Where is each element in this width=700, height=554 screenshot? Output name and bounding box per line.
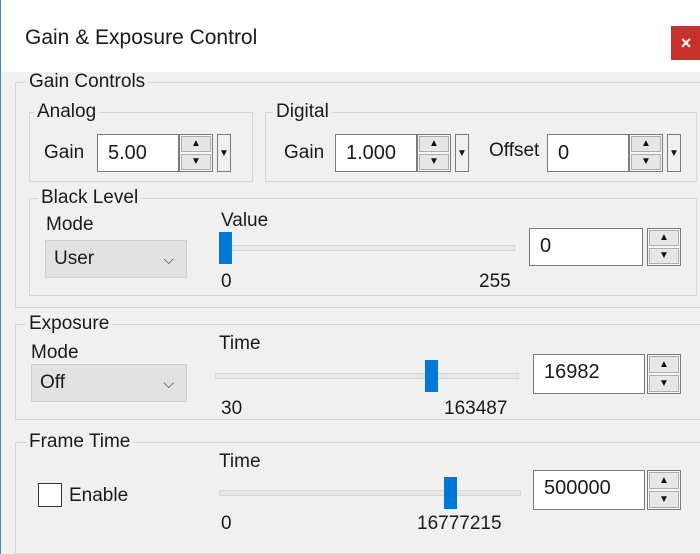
digital-offset-spinner[interactable]: ▲ ▼ — [629, 134, 663, 172]
exposure-slider-min: 30 — [221, 398, 243, 419]
exposure-time-label: Time — [219, 333, 261, 354]
exposure-time-input[interactable]: 16982 — [533, 354, 645, 394]
black-level-slider-max: 255 — [479, 271, 511, 292]
analog-gain-label: Gain — [44, 142, 85, 163]
digital-gain-dropdown[interactable]: ▼ — [455, 134, 469, 172]
digital-offset-label: Offset — [489, 140, 540, 161]
frame-time-slider-thumb[interactable] — [444, 477, 458, 509]
down-arrow-icon[interactable]: ▼ — [649, 248, 679, 264]
gain-exposure-window: Gain & Exposure Control × Gain Controls … — [0, 0, 700, 554]
frame-time-slider-track[interactable] — [219, 490, 521, 496]
exposure-slider-thumb[interactable] — [424, 360, 438, 392]
exposure-slider-max: 163487 — [444, 398, 508, 419]
exposure-mode-label: Mode — [31, 342, 79, 363]
exposure-label: Exposure — [26, 314, 113, 334]
digital-gain-input[interactable]: 1.000 — [335, 134, 417, 172]
dropdown-arrow-icon: ▼ — [219, 147, 229, 159]
black-level-mode-select[interactable]: User ⌵ — [45, 240, 187, 278]
exposure-slider-track[interactable] — [215, 373, 519, 379]
analog-label: Analog — [34, 102, 100, 122]
frame-time-spinner[interactable]: ▲ ▼ — [647, 470, 681, 510]
enable-checkbox[interactable] — [38, 483, 62, 507]
chevron-down-icon: ⌵ — [163, 251, 174, 267]
close-button[interactable]: × — [671, 26, 700, 60]
digital-gain-spinner[interactable]: ▲ ▼ — [417, 134, 451, 172]
exposure-time-spinner[interactable]: ▲ ▼ — [647, 354, 681, 394]
window-title: Gain & Exposure Control — [25, 26, 258, 49]
enable-label[interactable]: Enable — [69, 485, 128, 507]
black-level-spinner[interactable]: ▲ ▼ — [647, 228, 681, 266]
black-level-slider-thumb[interactable] — [219, 232, 232, 264]
exposure-mode-value: Off — [40, 372, 65, 393]
down-arrow-icon[interactable]: ▼ — [649, 491, 679, 508]
exposure-mode-select[interactable]: Off ⌵ — [31, 364, 187, 402]
black-level-mode-label: Mode — [46, 214, 94, 235]
digital-gain-label: Gain — [284, 142, 325, 163]
black-level-mode-value: User — [54, 248, 95, 269]
down-arrow-icon[interactable]: ▼ — [649, 375, 679, 392]
close-icon: × — [680, 32, 692, 53]
down-arrow-icon[interactable]: ▼ — [181, 154, 211, 170]
down-arrow-icon[interactable]: ▼ — [631, 154, 661, 170]
up-arrow-icon[interactable]: ▲ — [419, 136, 449, 152]
black-level-slider-min: 0 — [221, 271, 232, 292]
black-level-slider-track[interactable] — [219, 245, 515, 251]
black-level-value-label: Value — [221, 210, 269, 231]
dropdown-arrow-icon: ▼ — [457, 147, 467, 159]
black-level-label: Black Level — [38, 188, 142, 208]
digital-offset-input[interactable]: 0 — [547, 134, 629, 172]
frame-time-time-label: Time — [219, 451, 261, 472]
title-bar: Gain & Exposure Control × — [1, 0, 700, 72]
up-arrow-icon[interactable]: ▲ — [181, 136, 211, 152]
frame-time-slider-min: 0 — [221, 513, 232, 534]
up-arrow-icon[interactable]: ▲ — [649, 356, 679, 373]
chevron-down-icon: ⌵ — [163, 375, 174, 391]
frame-time-label: Frame Time — [26, 432, 134, 452]
down-arrow-icon[interactable]: ▼ — [419, 154, 449, 170]
frame-time-input[interactable]: 500000 — [533, 470, 645, 510]
analog-gain-spinner[interactable]: ▲ ▼ — [179, 134, 213, 172]
gain-controls-label: Gain Controls — [26, 72, 149, 92]
digital-offset-dropdown[interactable]: ▼ — [667, 134, 681, 172]
dropdown-arrow-icon: ▼ — [669, 147, 679, 159]
frame-time-slider-max: 16777215 — [417, 513, 502, 534]
black-level-value-input[interactable]: 0 — [529, 228, 643, 266]
analog-gain-input[interactable]: 5.00 — [97, 134, 179, 172]
analog-gain-dropdown[interactable]: ▼ — [217, 134, 231, 172]
digital-label: Digital — [273, 102, 332, 122]
up-arrow-icon[interactable]: ▲ — [649, 472, 679, 489]
up-arrow-icon[interactable]: ▲ — [631, 136, 661, 152]
up-arrow-icon[interactable]: ▲ — [649, 230, 679, 246]
